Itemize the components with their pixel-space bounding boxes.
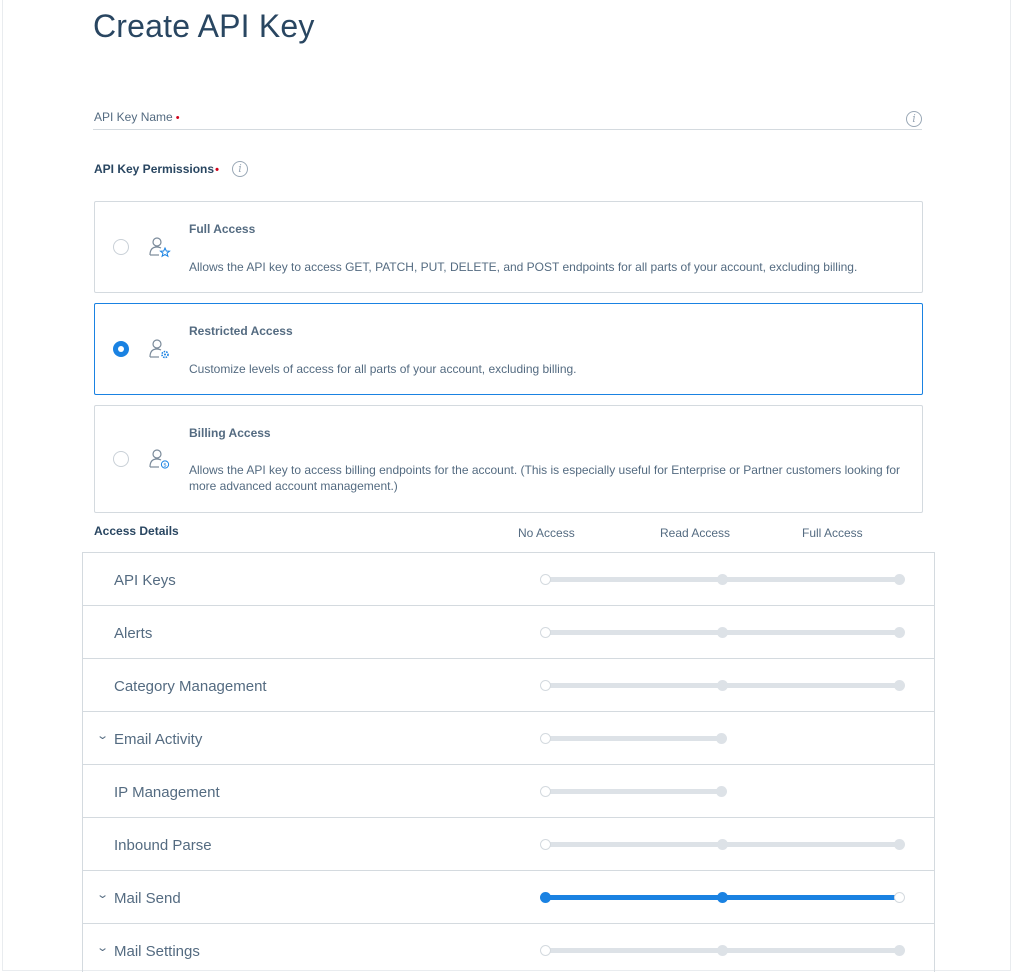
radio-full-access[interactable] [113,239,129,255]
user-star-icon [149,237,171,258]
required-mark: • [175,112,180,124]
slider-knob[interactable] [894,945,905,956]
option-title: Full Access [189,222,256,236]
slider-knob[interactable] [717,574,728,585]
permission-option-full-access[interactable]: Full Access Allows the API key to access… [94,201,923,293]
slider-knob[interactable] [894,839,905,850]
page-frame: Create API Key API Key Name • i API Key P… [2,0,1011,972]
slider-knob[interactable] [717,839,728,850]
access-level-slider[interactable] [83,765,934,818]
slider-knob[interactable] [540,945,551,956]
slider-knob[interactable] [894,680,905,691]
slider-knob[interactable] [894,574,905,585]
slider-knob[interactable] [894,892,905,903]
svg-text:$: $ [163,463,167,469]
permissions-label: API Key Permissions• [94,162,219,176]
option-title: Billing Access [189,426,271,440]
access-level-slider[interactable] [83,659,934,712]
page-title: Create API Key [93,8,315,44]
access-level-slider[interactable] [83,871,934,924]
permission-option-restricted-access[interactable]: Restricted Access Customize levels of ac… [94,303,923,395]
access-details-label: Access Details [94,524,179,538]
access-level-slider[interactable] [83,712,934,765]
user-gear-icon [149,339,169,359]
slider-knob[interactable] [717,892,728,903]
access-row: ⌄ Email Activity [83,712,934,765]
slider-knob[interactable] [540,680,551,691]
info-icon[interactable]: i [906,111,922,127]
api-key-name-field[interactable]: API Key Name • i [93,104,922,130]
radio-billing-access[interactable] [113,451,129,467]
permission-option-billing-access[interactable]: $ Billing Access Allows the API key to a… [94,405,923,513]
slider-knob[interactable] [717,680,728,691]
slider-knob[interactable] [894,627,905,638]
user-dollar-icon: $ [149,449,170,469]
slider-track[interactable] [545,736,721,741]
column-no-access: No Access [518,526,575,540]
slider-knob[interactable] [717,627,728,638]
option-description: Allows the API key to access billing end… [189,463,900,493]
column-full-access: Full Access [802,526,863,540]
access-level-slider[interactable] [83,606,934,659]
option-description: Allows the API key to access GET, PATCH,… [189,260,858,274]
access-row: ⌄ Mail Send [83,871,934,924]
slider-knob[interactable] [716,786,727,797]
access-row: Alerts [83,606,934,659]
slider-knob[interactable] [540,786,551,797]
access-details-table: API Keys Alerts Category Management ⌄ Email … [82,552,935,972]
slider-knob[interactable] [540,839,551,850]
info-icon[interactable]: i [232,161,248,177]
radio-restricted-access[interactable] [113,341,129,357]
access-row: IP Management [83,765,934,818]
required-mark: • [215,164,219,176]
column-read-access: Read Access [660,526,731,540]
access-row: API Keys [83,553,934,606]
access-level-slider[interactable] [83,818,934,871]
slider-knob[interactable] [717,945,728,956]
slider-knob[interactable] [716,733,727,744]
access-row: ⌄ Mail Settings [83,924,934,972]
slider-knob[interactable] [540,627,551,638]
slider-knob[interactable] [540,892,551,903]
access-row: Inbound Parse [83,818,934,871]
api-key-name-label: API Key Name • [94,110,180,124]
slider-knob[interactable] [540,733,551,744]
slider-knob[interactable] [540,574,551,585]
slider-track[interactable] [545,789,721,794]
access-level-slider[interactable] [83,924,934,972]
option-title: Restricted Access [189,324,293,338]
access-level-slider[interactable] [83,553,934,606]
access-row: Category Management [83,659,934,712]
option-description: Customize levels of access for all parts… [189,362,577,376]
